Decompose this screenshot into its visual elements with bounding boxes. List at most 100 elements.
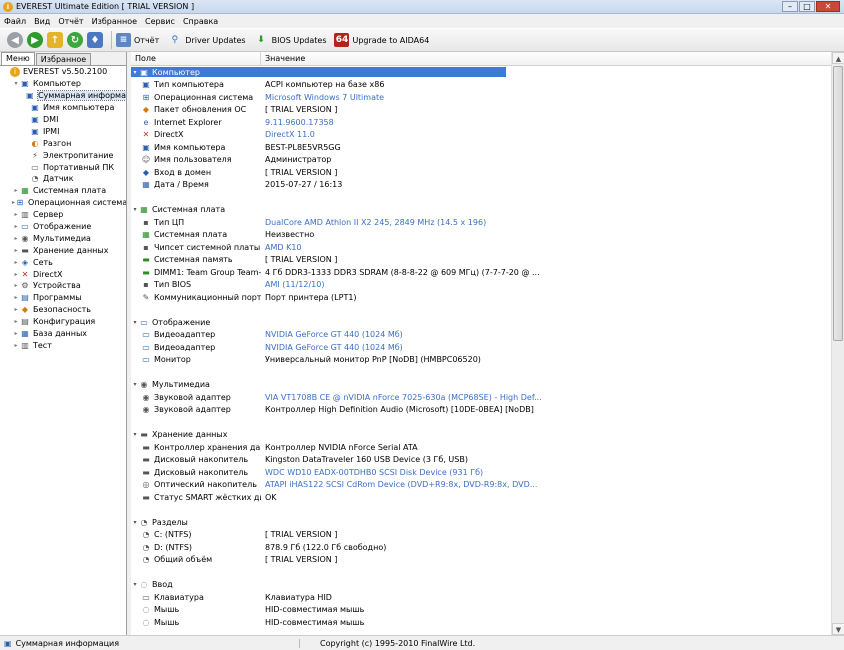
tree-item[interactable]: ▣ DMI — [0, 114, 126, 126]
table-row[interactable]: ▭ Видеоадаптер NVIDIA GeForce GT 440 (1024… — [131, 329, 831, 342]
table-row[interactable]: ◔ Общий объём [ TRIAL VERSION ] — [131, 554, 831, 567]
tree-item[interactable]: ▸ ⊞ Операционная система — [0, 197, 126, 209]
table-row[interactable]: ◉ Звуковой адаптер Контроллер High Definit… — [131, 404, 831, 417]
expander-icon[interactable]: ▸ — [12, 211, 20, 218]
tree-item[interactable]: ▣ IPMI — [0, 125, 126, 137]
maximize-button[interactable]: □ — [799, 1, 815, 12]
table-row[interactable]: ▬ Контроллер хранения данн... Контроллер N… — [131, 441, 831, 454]
value-link[interactable]: 9.11.9600.17358 — [261, 118, 831, 127]
tree-item[interactable]: ▾ ▣ Компьютер — [0, 78, 126, 90]
tree-item[interactable]: ▸ ⚙ Устройства — [0, 280, 126, 292]
table-row[interactable]: ◆ Вход в домен [ TRIAL VERSION ] — [131, 166, 831, 179]
group-row[interactable]: ▾ ◌ Ввод — [131, 579, 831, 592]
table-row[interactable]: ▭ Клавиатура Клавиатура HID — [131, 591, 831, 604]
table-row[interactable]: ☺ Имя пользователя Администратор — [131, 154, 831, 167]
value-link[interactable]: VIA VT1708B CE @ nVIDIA nForce 7025-630a… — [261, 393, 831, 402]
table-row[interactable]: ▪ Тип ЦП DualCore AMD Athlon II X2 245, 28… — [131, 216, 831, 229]
menu-item[interactable]: Вид — [30, 17, 54, 26]
tab-menu[interactable]: Меню — [1, 52, 35, 65]
group-row[interactable]: ▾ ▣ Компьютер — [131, 66, 831, 79]
scroll-thumb[interactable] — [833, 66, 843, 341]
table-row[interactable]: ▣ Имя компьютера BEST-PL8E5VR5GG — [131, 141, 831, 154]
value-link[interactable]: DirectX 11.0 — [261, 130, 831, 139]
tree-item[interactable]: ▸ ▥ Тест — [0, 339, 126, 351]
driver-updates-button[interactable]: ⚲ Driver Updates — [167, 33, 245, 47]
table-row[interactable]: ◌ Мышь HID-совместимая мышь — [131, 616, 831, 629]
collapse-icon[interactable]: ▾ — [131, 206, 139, 213]
group-row[interactable]: ▾ ▭ Отображение — [131, 316, 831, 329]
expander-icon[interactable]: ▸ — [12, 306, 20, 313]
table-row[interactable]: ◔ D: (NTFS) 878.9 Гб (122.0 Гб свободно) — [131, 541, 831, 554]
table-row[interactable]: ▬ Дисковый накопитель WDC WD10 EADX-00TDHB… — [131, 466, 831, 479]
value-link[interactable]: NVIDIA GeForce GT 440 (1024 Мб) — [261, 330, 831, 339]
tree-item[interactable]: ▭ Портативный ПК — [0, 161, 126, 173]
vertical-scrollbar[interactable]: ▲ ▼ — [831, 52, 844, 635]
table-row[interactable]: ◎ Оптический накопитель ATAPI iHAS122 SCSI… — [131, 479, 831, 492]
refresh-icon[interactable]: ↻ — [67, 32, 83, 48]
table-row[interactable]: ▬ Статус SMART жёстких дис... OK — [131, 491, 831, 504]
upgrade-aida64-button[interactable]: 64 Upgrade to AIDA64 — [334, 33, 429, 47]
collapse-icon[interactable]: ▾ — [131, 519, 139, 526]
tree-item[interactable]: ▸ ◉ Мультимедиа — [0, 232, 126, 244]
tree-item[interactable]: i EVEREST v5.50.2100 — [0, 66, 126, 78]
menu-item[interactable]: Сервис — [141, 17, 179, 26]
report-button[interactable]: ≡ Отчёт — [116, 33, 159, 47]
tree-item[interactable]: ▸ ▦ База данных — [0, 328, 126, 340]
tree-item[interactable]: ▣ Суммарная информа — [0, 90, 126, 102]
tree-item[interactable]: ▸ ▦ Системная плата — [0, 185, 126, 197]
table-row[interactable]: ▬ Системная память [ TRIAL VERSION ] — [131, 254, 831, 267]
tree-item[interactable]: ◔ Датчик — [0, 173, 126, 185]
expander-icon[interactable]: ▾ — [12, 80, 20, 87]
tree-item[interactable]: ▣ Имя компьютера — [0, 102, 126, 114]
tree-item[interactable]: ▸ ◈ Сеть — [0, 256, 126, 268]
tree-item[interactable]: ▸ ▤ Конфигурация — [0, 316, 126, 328]
expander-icon[interactable]: ▸ — [12, 223, 20, 230]
tree-item[interactable]: ▸ ▤ Программы — [0, 292, 126, 304]
value-link[interactable]: Microsoft Windows 7 Ultimate — [261, 93, 831, 102]
tree-item[interactable]: ⚡ Электропитание — [0, 149, 126, 161]
up-folder-icon[interactable]: ↑ — [47, 32, 63, 48]
collapse-icon[interactable]: ▾ — [131, 431, 139, 438]
expander-icon[interactable]: ▸ — [12, 282, 20, 289]
expander-icon[interactable]: ▸ — [12, 247, 20, 254]
table-row[interactable]: ◌ Мышь HID-совместимая мышь — [131, 604, 831, 617]
collapse-icon[interactable]: ▾ — [131, 319, 139, 326]
tree-item[interactable]: ▸ ◆ Безопасность — [0, 304, 126, 316]
expander-icon[interactable]: ▸ — [12, 235, 20, 242]
table-row[interactable]: ▪ Чипсет системной платы AMD K10 — [131, 241, 831, 254]
collapse-icon[interactable]: ▾ — [131, 381, 139, 388]
tab-favorites[interactable]: Избранное — [35, 53, 92, 65]
value-link[interactable]: DualCore AMD Athlon II X2 245, 2849 MHz … — [261, 218, 831, 227]
table-row[interactable]: ✎ Коммуникационный порт Порт принтера (LPT… — [131, 291, 831, 304]
minimize-button[interactable]: – — [782, 1, 798, 12]
tree-item[interactable]: ◐ Разгон — [0, 137, 126, 149]
group-row[interactable]: ▾ ▦ Системная плата — [131, 204, 831, 217]
expander-icon[interactable]: ▸ — [12, 342, 20, 349]
forward-arrow-icon[interactable]: ▶ — [27, 32, 43, 48]
table-row[interactable]: ▦ Системная плата Неизвестно — [131, 229, 831, 242]
group-row[interactable]: ▾ ▬ Хранение данных — [131, 429, 831, 442]
value-link[interactable]: AMI (11/12/10) — [261, 280, 831, 289]
table-row[interactable]: ▪ Тип BIOS AMI (11/12/10) — [131, 279, 831, 292]
tree-item[interactable]: ▸ ✕ DirectX — [0, 268, 126, 280]
value-link[interactable]: NVIDIA GeForce GT 440 (1024 Мб) — [261, 343, 831, 352]
group-row[interactable]: ▾ ◔ Разделы — [131, 516, 831, 529]
expander-icon[interactable]: ▸ — [12, 330, 20, 337]
table-row[interactable]: ▬ Дисковый накопитель Kingston DataTravele… — [131, 454, 831, 467]
expander-icon[interactable]: ▸ — [12, 318, 20, 325]
table-row[interactable]: ▭ Монитор Универсальный монитор PnP [NoDB]… — [131, 354, 831, 367]
close-button[interactable]: ✕ — [816, 1, 840, 12]
collapse-icon[interactable]: ▾ — [131, 69, 139, 76]
back-arrow-icon[interactable]: ◀ — [7, 32, 23, 48]
column-value-header[interactable]: Значение — [261, 52, 831, 65]
value-link[interactable]: ATAPI iHAS122 SCSI CdRom Device (DVD+R9:… — [261, 480, 831, 489]
scroll-up-icon[interactable]: ▲ — [832, 52, 844, 64]
expander-icon[interactable]: ▸ — [12, 187, 20, 194]
expander-icon[interactable]: ▸ — [12, 294, 20, 301]
table-row[interactable]: ✕ DirectX DirectX 11.0 — [131, 129, 831, 142]
scroll-down-icon[interactable]: ▼ — [832, 623, 844, 635]
collapse-icon[interactable]: ▾ — [131, 581, 139, 588]
expander-icon[interactable]: ▸ — [12, 271, 20, 278]
table-row[interactable]: ▬ DIMM1: Team Group Team-... 4 Гб DDR3-133… — [131, 266, 831, 279]
menu-item[interactable]: Избранное — [88, 17, 141, 26]
